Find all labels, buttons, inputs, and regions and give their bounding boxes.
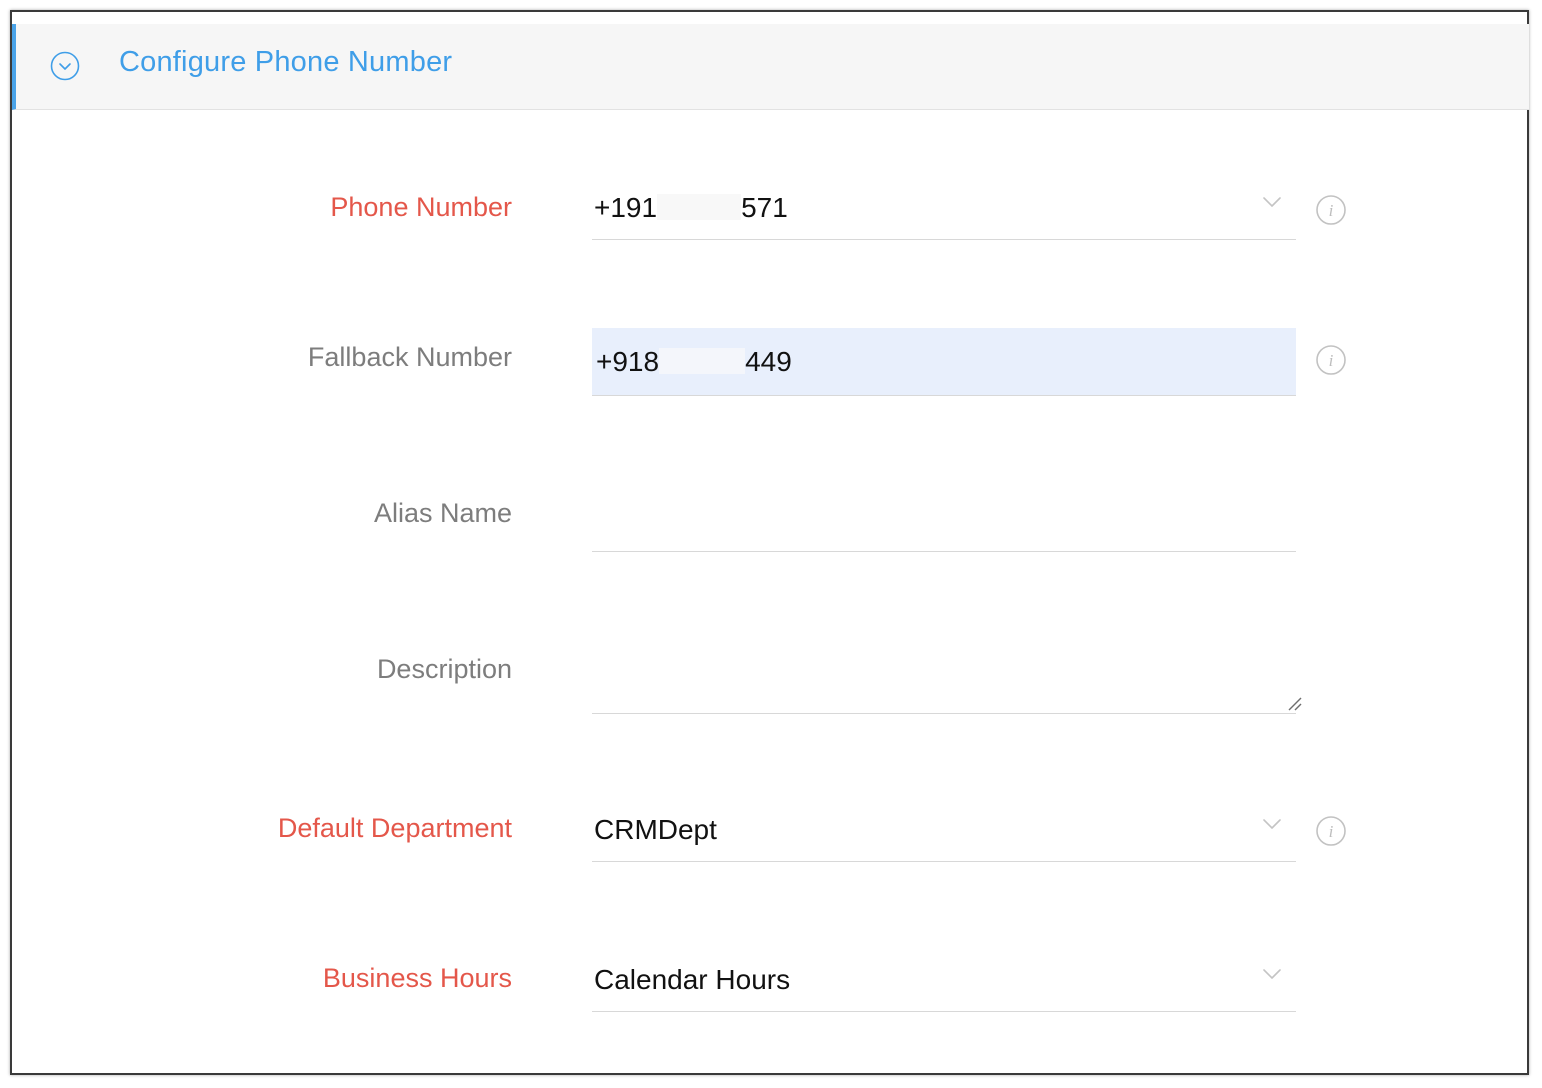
chevron-down-icon[interactable]: [1262, 818, 1282, 830]
info-icon[interactable]: i: [1315, 815, 1347, 847]
chevron-down-icon[interactable]: [1262, 968, 1282, 980]
business-hours-value: Calendar Hours: [594, 964, 791, 995]
redaction-mask: [657, 194, 742, 220]
svg-text:i: i: [1329, 351, 1334, 370]
info-icon[interactable]: i: [1315, 344, 1347, 376]
chevron-down-icon[interactable]: [1262, 196, 1282, 208]
alias-name-label: Alias Name: [373, 498, 512, 528]
phone-number-value: +191 571: [594, 192, 788, 223]
phone-number-select[interactable]: +191 571: [592, 174, 1296, 240]
description-textarea[interactable]: [592, 624, 1302, 714]
default-department-select[interactable]: CRMDept: [592, 796, 1296, 862]
fallback-number-value: +918 449: [596, 346, 792, 377]
description-label: Description: [376, 654, 512, 684]
info-icon[interactable]: i: [1315, 194, 1347, 226]
section-title: Configure Phone Number: [119, 46, 453, 78]
business-hours-label: Business Hours: [322, 963, 512, 993]
svg-text:i: i: [1329, 822, 1334, 841]
svg-text:i: i: [1329, 201, 1334, 220]
alias-name-input[interactable]: [592, 482, 1296, 552]
default-department-label: Default Department: [277, 813, 512, 843]
default-department-value: CRMDept: [594, 814, 717, 845]
fallback-number-input[interactable]: +918 449: [592, 328, 1296, 396]
section-header[interactable]: Configure Phone Number: [12, 24, 1529, 110]
phone-number-label: Phone Number: [330, 192, 512, 222]
configure-phone-number-panel: Configure Phone Number Phone Number +191…: [10, 10, 1529, 1075]
redaction-mask: [659, 348, 746, 374]
business-hours-select[interactable]: Calendar Hours: [592, 946, 1296, 1012]
resize-handle-icon[interactable]: [1286, 695, 1302, 711]
fallback-number-label: Fallback Number: [307, 342, 512, 372]
chevron-circle-icon[interactable]: [50, 51, 80, 81]
